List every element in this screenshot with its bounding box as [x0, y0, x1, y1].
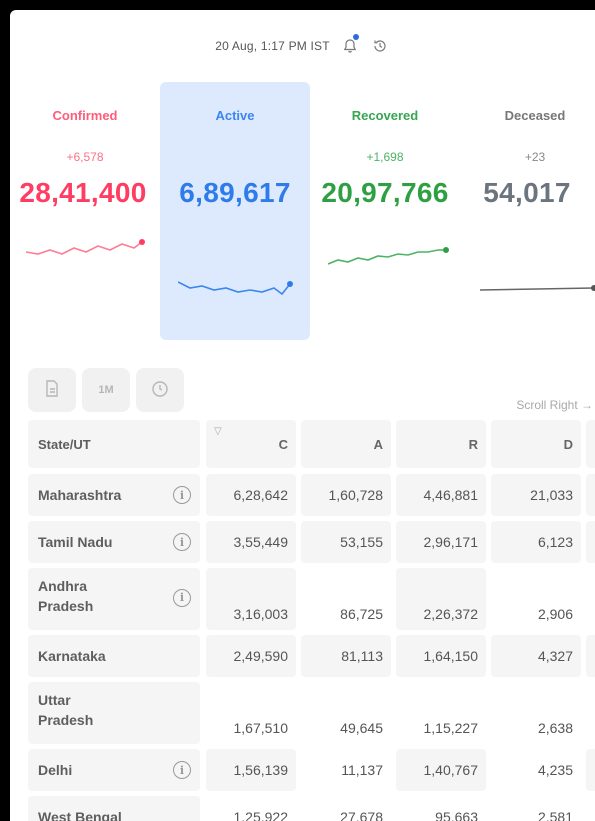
table-cell-deceased: 2,906: [491, 568, 581, 630]
table-cell-deceased: 4,327: [491, 635, 581, 677]
table-cell-confirmed: 3,55,449: [206, 521, 296, 563]
scroll-right-hint: Scroll Right →: [516, 398, 593, 412]
table-cell-overflow: [586, 635, 595, 677]
state-name: Maharashtra: [38, 487, 122, 503]
confirmed-label: Confirmed: [52, 108, 118, 123]
deceased-value: 54,017: [483, 177, 571, 208]
info-icon[interactable]: i: [173, 533, 191, 551]
notification-bell-icon[interactable]: [340, 34, 360, 56]
header-recovered[interactable]: R: [396, 420, 486, 468]
header-confirmed[interactable]: ▽ C: [206, 420, 296, 468]
table-cell-active: 1,60,728: [301, 474, 391, 516]
table-cell-recovered: 1,64,150: [396, 635, 486, 677]
header-overflow: [586, 420, 595, 468]
header-confirmed-label: C: [278, 436, 288, 452]
confirmed-value: 28,41,400: [19, 177, 147, 208]
state-name: West Bengal: [38, 809, 122, 821]
deceased-delta: +23: [524, 150, 546, 164]
info-icon[interactable]: i: [173, 761, 191, 779]
clock-toggle-button[interactable]: [136, 368, 184, 412]
confirmed-card[interactable]: Confirmed +6,578 28,41,400: [10, 82, 160, 340]
table-cell-deceased: 21,033: [491, 474, 581, 516]
table-cell-confirmed: 1,67,510: [206, 682, 296, 744]
table-cell-recovered: 4,46,881: [396, 474, 486, 516]
table-cell-active: 11,137: [301, 749, 391, 791]
table-cell-deceased: 2,581: [491, 796, 581, 821]
table-cell-active: 86,725: [301, 568, 391, 630]
state-name: Andhra Pradesh: [38, 578, 94, 614]
table-row-state[interactable]: Tamil Nadu i: [28, 521, 200, 563]
table-row-state[interactable]: Maharashtra i: [28, 474, 200, 516]
table-row-state[interactable]: Uttar Pradesh: [28, 682, 200, 744]
table-cell-recovered: 2,96,171: [396, 521, 486, 563]
table-row-state[interactable]: Andhra Pradesh i: [28, 568, 200, 630]
confirmed-sparkline: [26, 239, 145, 255]
period-label: 1M: [98, 384, 114, 396]
confirmed-delta: +6,578: [66, 150, 104, 164]
table-row-state[interactable]: Karnataka: [28, 635, 200, 677]
active-card[interactable]: Active 6,89,617: [160, 82, 310, 340]
state-name: Tamil Nadu: [38, 534, 113, 550]
state-name: Delhi: [38, 762, 73, 778]
clock-icon: [151, 380, 169, 401]
table-cell-confirmed: 1,56,139: [206, 749, 296, 791]
recovered-delta: +1,698: [366, 150, 404, 164]
info-icon[interactable]: i: [173, 486, 191, 504]
table-cell-deceased: 6,123: [491, 521, 581, 563]
info-icon[interactable]: i: [173, 589, 191, 607]
history-icon[interactable]: [370, 36, 390, 56]
table-cell-confirmed: 2,49,590: [206, 635, 296, 677]
table-cell-overflow: [586, 749, 595, 791]
period-toggle-button[interactable]: 1M: [82, 368, 130, 412]
recovered-sparkline: [328, 247, 449, 265]
active-label: Active: [215, 108, 255, 123]
deceased-label: Deceased: [504, 108, 566, 123]
table-cell-deceased: 4,235: [491, 749, 581, 791]
table-cell-recovered: 2,26,372: [396, 568, 486, 630]
sort-descending-icon: ▽: [214, 426, 222, 437]
update-timestamp-row: 20 Aug, 1:17 PM IST: [10, 34, 595, 56]
table-cell-active: 49,645: [301, 682, 391, 744]
recovered-card[interactable]: Recovered +1,698 20,97,766: [310, 82, 460, 340]
header-deceased[interactable]: D: [491, 420, 581, 468]
table-cell-confirmed: 6,28,642: [206, 474, 296, 516]
active-value: 6,89,617: [179, 177, 291, 208]
table-view-button[interactable]: [28, 368, 76, 412]
recovered-label: Recovered: [351, 108, 419, 123]
table-row-state[interactable]: Delhi i: [28, 749, 200, 791]
state-name: Karnataka: [38, 648, 106, 664]
table-cell-deceased: 2,638: [491, 682, 581, 744]
table-cell-overflow: [586, 521, 595, 563]
document-icon: [44, 379, 60, 401]
recovered-value: 20,97,766: [321, 177, 449, 208]
table-cell-recovered: 1,40,767: [396, 749, 486, 791]
table-cell-confirmed: 1,25,922: [206, 796, 296, 821]
state-name: Uttar Pradesh: [38, 692, 94, 728]
last-updated-timestamp: 20 Aug, 1:17 PM IST: [215, 39, 330, 53]
table-cell-active: 53,155: [301, 521, 391, 563]
table-cell-active: 27,678: [301, 796, 391, 821]
table-cell-overflow: [586, 474, 595, 516]
table-cell-recovered: 1,15,227: [396, 682, 486, 744]
table-cell-confirmed: 3,16,003: [206, 568, 296, 630]
header-state[interactable]: State/UT: [28, 420, 200, 468]
table-cell-recovered: 95,663: [396, 796, 486, 821]
deceased-sparkline: [480, 285, 595, 291]
deceased-card[interactable]: Deceased +23 54,017: [460, 82, 595, 340]
table-cell-active: 81,113: [301, 635, 391, 677]
header-active[interactable]: A: [301, 420, 391, 468]
table-row-state[interactable]: West Bengal: [28, 796, 200, 821]
notification-dot: [352, 34, 359, 40]
covid-dashboard: 20 Aug, 1:17 PM IST Confirmed +6,578 28,…: [10, 10, 595, 821]
